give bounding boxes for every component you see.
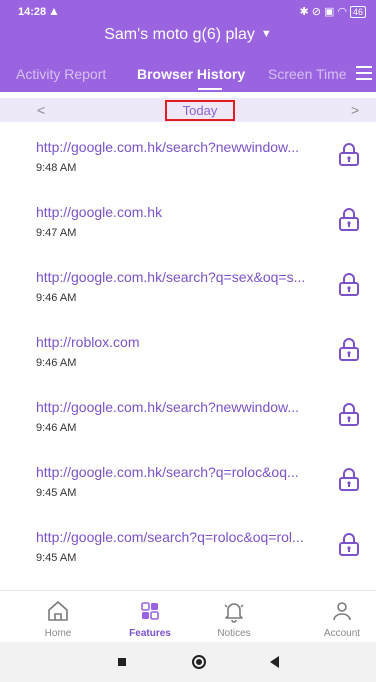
lock-icon[interactable] xyxy=(338,337,360,361)
tab-browser-history[interactable]: Browser History xyxy=(137,66,245,82)
list-item[interactable]: http://google.com.hk/search?q=sex&oq=s..… xyxy=(0,258,376,323)
status-time: 14:28 xyxy=(18,6,47,18)
system-navigation-bar xyxy=(0,642,376,682)
history-time: 9:46 AM xyxy=(36,357,77,369)
lock-icon[interactable] xyxy=(338,207,360,231)
bell-icon xyxy=(224,603,244,623)
alarm-icon: ⊘ xyxy=(311,6,324,18)
nav-features[interactable]: Features xyxy=(112,591,188,643)
list-item[interactable]: http://roblox.com 9:46 AM xyxy=(0,323,376,388)
lock-icon[interactable] xyxy=(338,532,360,556)
history-url[interactable]: http://google.com.hk/search?newwindow... xyxy=(36,139,326,155)
active-tab-indicator xyxy=(198,88,222,90)
history-time: 9:48 AM xyxy=(36,162,77,174)
device-name: Sam's moto g(6) play xyxy=(104,26,255,43)
status-bar: 14:28 ▲ ✱⊘▣◠ 46 xyxy=(0,0,376,22)
hamburger-menu-icon[interactable] xyxy=(356,66,372,80)
history-time: 9:45 AM xyxy=(36,487,77,499)
history-time: 9:47 AM xyxy=(36,227,77,239)
list-item[interactable]: http://google.com.hk/search?newwindow...… xyxy=(0,128,376,193)
recent-apps-icon[interactable] xyxy=(118,658,126,666)
status-icons: ✱⊘▣◠ 46 xyxy=(300,5,366,18)
nav-label: Notices xyxy=(217,628,251,639)
history-list: http://google.com.hk/search?newwindow...… xyxy=(0,128,376,583)
home-icon xyxy=(48,601,68,621)
bluetooth-icon: ✱ xyxy=(299,6,312,18)
history-url[interactable]: http://google.com.hk xyxy=(36,204,326,220)
grid-icon xyxy=(141,602,159,620)
history-url[interactable]: http://roblox.com xyxy=(36,334,326,350)
list-item[interactable]: http://google.com.hk/search?newwindow...… xyxy=(0,388,376,453)
history-time: 9:45 AM xyxy=(36,552,77,564)
lock-icon[interactable] xyxy=(338,402,360,426)
home-button-icon[interactable] xyxy=(192,655,206,669)
lock-icon[interactable] xyxy=(338,142,360,166)
nav-label: Features xyxy=(129,628,171,639)
history-time: 9:46 AM xyxy=(36,422,77,434)
sim-icon: ▣ xyxy=(323,6,338,18)
nav-notices[interactable]: Notices xyxy=(196,591,272,643)
nav-label: Account xyxy=(323,628,361,639)
tab-screen-time[interactable]: Screen Time xyxy=(268,66,347,82)
next-day-button[interactable]: > xyxy=(351,102,359,118)
list-item[interactable]: http://google.com.hk/search?q=roloc&oq..… xyxy=(0,453,376,518)
nav-home[interactable]: Home xyxy=(20,591,96,643)
lock-icon[interactable] xyxy=(338,272,360,296)
app-header: 14:28 ▲ ✱⊘▣◠ 46 Sam's moto g(6) play ▼ Act… xyxy=(0,0,376,92)
device-selector[interactable]: Sam's moto g(6) play ▼ xyxy=(0,26,376,44)
list-item[interactable]: http://google.com.hk 9:47 AM xyxy=(0,193,376,258)
back-icon[interactable] xyxy=(270,656,279,668)
history-time: 9:46 AM xyxy=(36,292,77,304)
previous-day-button[interactable]: < xyxy=(37,102,45,118)
caret-down-icon: ▼ xyxy=(260,28,272,40)
history-url[interactable]: http://google.com/search?q=roloc&oq=rol.… xyxy=(36,529,326,545)
date-label[interactable]: Today xyxy=(165,100,235,121)
nav-label: Home xyxy=(44,628,72,639)
list-item[interactable]: http://google.com/search?q=roloc&oq=rol.… xyxy=(0,518,376,583)
history-url[interactable]: http://google.com.hk/search?q=roloc&oq..… xyxy=(36,464,326,480)
user-icon xyxy=(333,602,351,621)
tab-bar: Activity Report Browser History Screen T… xyxy=(0,64,376,90)
bottom-navigation: Home Features Notices Account xyxy=(0,590,376,643)
lock-icon[interactable] xyxy=(338,467,360,491)
history-url[interactable]: http://google.com.hk/search?newwindow... xyxy=(36,399,326,415)
wifi-icon: ◠ xyxy=(337,6,350,18)
history-url[interactable]: http://google.com.hk/search?q=sex&oq=s..… xyxy=(36,269,326,285)
battery-icon: 46 xyxy=(349,6,366,18)
date-navigator: < Today > xyxy=(0,98,376,122)
warning-icon: ▲ xyxy=(48,4,60,18)
tab-activity-report[interactable]: Activity Report xyxy=(16,66,106,82)
nav-account[interactable]: Account xyxy=(304,591,376,643)
